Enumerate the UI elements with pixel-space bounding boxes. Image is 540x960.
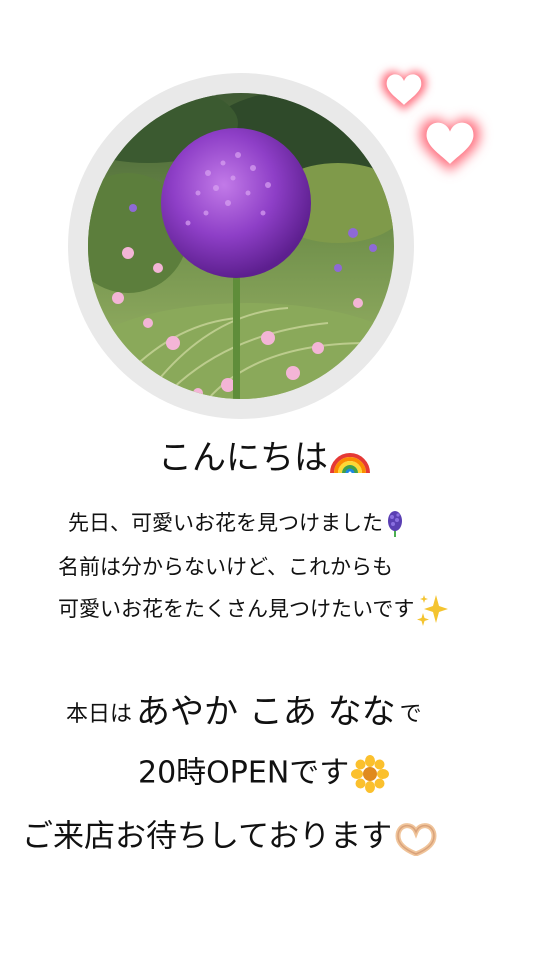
cast-prefix: 本日は xyxy=(66,702,133,727)
message-line-2: 名前は分からないけど、これからも xyxy=(58,557,393,578)
heart-hands-icon xyxy=(394,820,438,856)
profile-photo-frame xyxy=(68,73,414,419)
sparkles-icon xyxy=(416,593,450,627)
cast-names: あやか こあ なな xyxy=(136,692,396,732)
welcome-text: ご来店お待ちしております xyxy=(22,818,393,855)
cast-line: 本日は あやか こあ なな で xyxy=(66,685,422,729)
greeting-line: こんにちは xyxy=(158,441,370,477)
message-line-1-text: 先日、可愛いお花を見つけました xyxy=(68,511,383,535)
message-line-2-text: 名前は分からないけど、これからも xyxy=(58,555,393,579)
rainbow-icon xyxy=(330,443,370,477)
message-line-1: 先日、可愛いお花を見つけました xyxy=(68,511,405,537)
message-line-3: 可愛いお花をたくさん見つけたいです xyxy=(58,593,450,627)
greeting-text: こんにちは xyxy=(158,438,328,478)
flower-photo xyxy=(88,93,394,399)
sunflower-icon xyxy=(351,755,390,793)
message-line-3-text: 可愛いお花をたくさん見つけたいです xyxy=(58,597,415,621)
open-time-text: 20時OPENです xyxy=(138,755,350,791)
welcome-line: ご来店お待ちしております xyxy=(22,820,438,856)
open-time-line: 20時OPENです xyxy=(138,755,390,793)
hyacinth-icon xyxy=(385,511,405,537)
cast-suffix: で xyxy=(399,702,422,727)
